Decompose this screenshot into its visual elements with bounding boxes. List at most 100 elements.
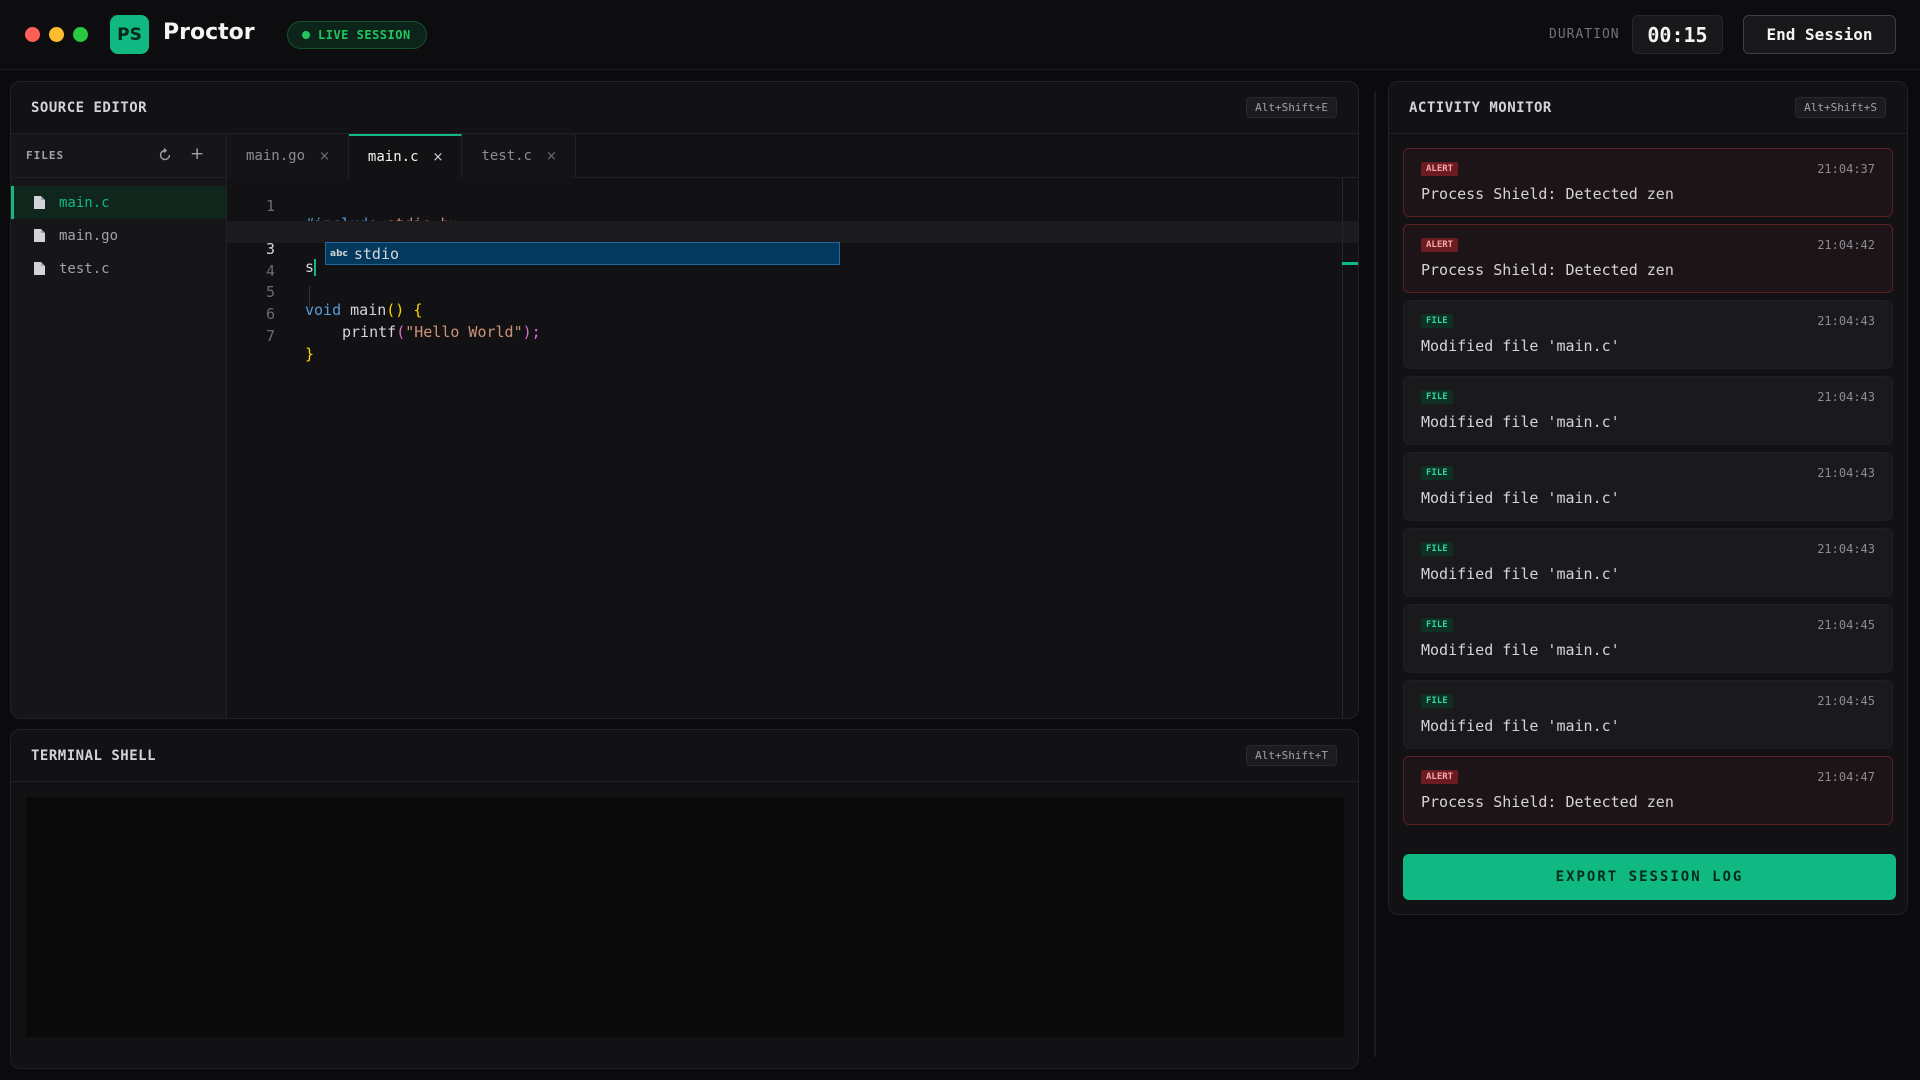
suggestion-text: stdio — [353, 244, 400, 263]
scroll-position-marker — [1342, 262, 1358, 265]
file-badge: FILE — [1421, 390, 1453, 404]
tab-label: main.c — [367, 149, 419, 165]
file-badge: FILE — [1421, 694, 1453, 708]
new-file-icon[interactable]: + — [190, 144, 204, 164]
code-line: 5 void main() { — [227, 264, 1358, 319]
event-card[interactable]: ALERT 21:04:37 Process Shield: Detected … — [1403, 148, 1893, 217]
maximize-window-icon[interactable] — [73, 27, 88, 42]
line-number: 7 — [265, 326, 275, 345]
event-text: Modified file 'main.c' — [1421, 717, 1620, 735]
event-list: ALERT 21:04:37 Process Shield: Detected … — [1403, 148, 1893, 832]
event-text: Process Shield: Detected zen — [1421, 793, 1674, 811]
event-text: Process Shield: Detected zen — [1421, 261, 1674, 279]
event-text: Modified file 'main.c' — [1421, 489, 1620, 507]
file-name: main.c — [59, 194, 110, 211]
file-icon — [34, 196, 45, 209]
file-badge: FILE — [1421, 542, 1453, 556]
tab-label: main.go — [246, 148, 306, 164]
event-time: 21:04:42 — [1817, 238, 1875, 252]
file-icon — [34, 262, 45, 275]
editor-tabs: main.go × main.c × test.c × — [227, 134, 1358, 178]
source-editor-title: SOURCE EDITOR — [31, 100, 148, 116]
code-line: 1 #include<stdio.h> — [227, 178, 1358, 233]
autocomplete-suggestion[interactable]: abc stdio — [325, 242, 840, 265]
tab-test-c[interactable]: test.c × — [462, 134, 576, 178]
terminal-panel: TERMINAL SHELL Alt+Shift+T — [10, 729, 1359, 1069]
tab-main-c[interactable]: main.c × — [348, 134, 463, 178]
duration-label: DURATION — [1549, 27, 1620, 42]
terminal-screen[interactable] — [26, 797, 1344, 1037]
file-name: main.go — [59, 227, 119, 244]
end-session-button[interactable]: End Session — [1743, 15, 1896, 54]
close-tab-icon[interactable]: × — [319, 149, 330, 164]
code-line-current: 3 s — [227, 221, 1358, 277]
event-time: 21:04:43 — [1817, 390, 1875, 404]
live-dot-icon — [302, 31, 310, 39]
file-badge: FILE — [1421, 314, 1453, 328]
event-text: Modified file 'main.c' — [1421, 565, 1620, 583]
close-window-icon[interactable] — [25, 27, 40, 42]
event-card[interactable]: FILE 21:04:45 Modified file 'main.c' — [1403, 680, 1893, 749]
code-area[interactable]: main.go × main.c × test.c × 1 #include<s… — [227, 134, 1358, 718]
event-card[interactable]: ALERT 21:04:47 Process Shield: Detected … — [1403, 756, 1893, 825]
file-badge: FILE — [1421, 466, 1453, 480]
event-time: 21:04:47 — [1817, 770, 1875, 784]
terminal-title: TERMINAL SHELL — [31, 748, 157, 764]
file-list: main.c main.go test.c — [11, 178, 226, 285]
activity-monitor-header: ACTIVITY MONITOR Alt+Shift+S — [1389, 82, 1907, 134]
duration-timer: 00:15 — [1632, 15, 1723, 54]
file-explorer-header: FILES + — [11, 134, 226, 178]
editor-scrollbar[interactable] — [1342, 178, 1343, 718]
event-time: 21:04:37 — [1817, 162, 1875, 176]
event-card[interactable]: FILE 21:04:43 Modified file 'main.c' — [1403, 452, 1893, 521]
event-time: 21:04:43 — [1817, 542, 1875, 556]
file-item-test-c[interactable]: test.c — [11, 252, 226, 285]
activity-monitor-title: ACTIVITY MONITOR — [1409, 100, 1552, 116]
file-badge: FILE — [1421, 618, 1453, 632]
minimize-window-icon[interactable] — [49, 27, 64, 42]
file-item-main-c[interactable]: main.c — [11, 186, 226, 219]
event-card[interactable]: FILE 21:04:43 Modified file 'main.c' — [1403, 300, 1893, 369]
app-logo: PS — [110, 15, 149, 54]
export-session-log-button[interactable]: EXPORT SESSION LOG — [1403, 854, 1896, 900]
terminal-header: TERMINAL SHELL Alt+Shift+T — [11, 730, 1358, 782]
panel-divider[interactable] — [1374, 92, 1376, 1057]
code-line: 7 } — [227, 308, 1358, 363]
top-bar: PS Proctor LIVE SESSION DURATION 00:15 E… — [0, 0, 1920, 70]
source-editor-header: SOURCE EDITOR Alt+Shift+E — [11, 82, 1358, 134]
close-tab-icon[interactable]: × — [546, 149, 557, 164]
code-line: 2 — [227, 200, 1358, 237]
event-text: Process Shield: Detected zen — [1421, 185, 1674, 203]
activity-shortcut-badge: Alt+Shift+S — [1795, 97, 1886, 118]
refresh-icon[interactable] — [156, 146, 174, 164]
alert-badge: ALERT — [1421, 770, 1459, 784]
event-card[interactable]: ALERT 21:04:42 Process Shield: Detected … — [1403, 224, 1893, 293]
file-name: test.c — [59, 260, 110, 277]
close-tab-icon[interactable]: × — [433, 150, 444, 165]
event-time: 21:04:45 — [1817, 694, 1875, 708]
live-session-label: LIVE SESSION — [318, 28, 411, 42]
terminal-shortcut-badge: Alt+Shift+T — [1246, 745, 1337, 766]
event-card[interactable]: FILE 21:04:43 Modified file 'main.c' — [1403, 376, 1893, 445]
activity-monitor-panel: ACTIVITY MONITOR Alt+Shift+S ALERT 21:04… — [1388, 81, 1908, 915]
close-brace: } — [305, 344, 315, 363]
event-time: 21:04:45 — [1817, 618, 1875, 632]
file-explorer: FILES + main.c main.go test.c — [11, 134, 227, 718]
source-editor-panel: SOURCE EDITOR Alt+Shift+E FILES + main.c — [10, 81, 1359, 719]
event-card[interactable]: FILE 21:04:45 Modified file 'main.c' — [1403, 604, 1893, 673]
event-text: Modified file 'main.c' — [1421, 337, 1620, 355]
code-line: 6 printf("Hello World"); — [227, 286, 1358, 341]
file-icon — [34, 229, 45, 242]
editor-shortcut-badge: Alt+Shift+E — [1246, 97, 1337, 118]
file-item-main-go[interactable]: main.go — [11, 219, 226, 252]
alert-badge: ALERT — [1421, 162, 1459, 176]
live-session-badge: LIVE SESSION — [287, 21, 427, 49]
code-lines[interactable]: 1 #include<stdio.h> 2 3 s 4 5 void main(… — [227, 178, 1358, 363]
files-label: FILES — [26, 149, 65, 162]
tab-main-go[interactable]: main.go × — [227, 134, 349, 178]
indent-guide — [309, 286, 310, 308]
tab-label: test.c — [481, 148, 532, 164]
event-card[interactable]: FILE 21:04:43 Modified file 'main.c' — [1403, 528, 1893, 597]
app-title: Proctor — [163, 20, 255, 45]
event-time: 21:04:43 — [1817, 314, 1875, 328]
